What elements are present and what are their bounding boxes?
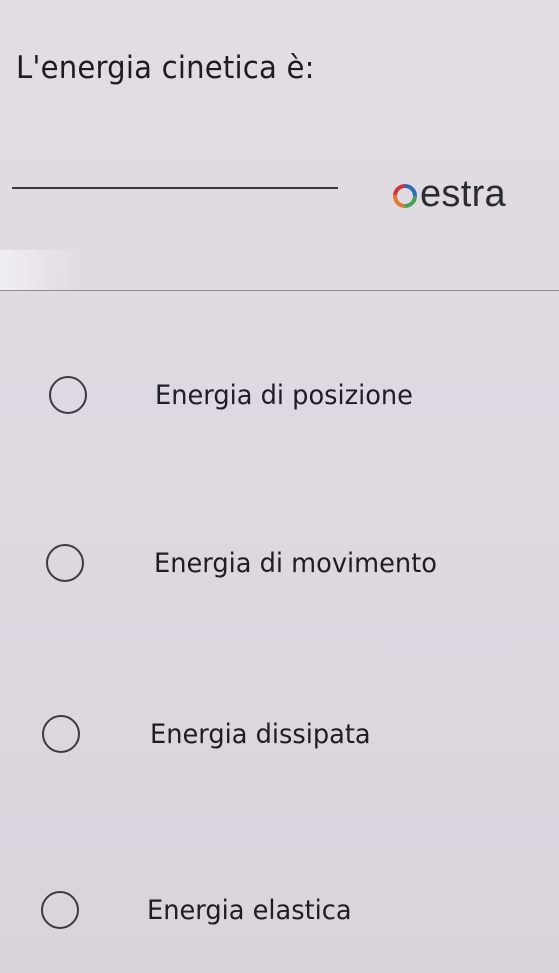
option-label: Energia di movimento [154,547,437,579]
radio-button[interactable] [42,715,80,753]
radio-button[interactable] [49,376,87,414]
option-label: Energia dissipata [150,718,371,750]
answer-options: Energia di posizione Energia di moviment… [0,0,559,973]
option-label: Energia elastica [147,894,352,926]
option-label: Energia di posizione [155,379,413,411]
option-energia-dissipata[interactable]: Energia dissipata [42,711,382,757]
option-energia-di-movimento[interactable]: Energia di movimento [46,540,452,586]
radio-button[interactable] [41,891,79,929]
option-energia-di-posizione[interactable]: Energia di posizione [49,372,427,418]
option-energia-elastica[interactable]: Energia elastica [41,887,362,933]
radio-button[interactable] [46,544,84,582]
